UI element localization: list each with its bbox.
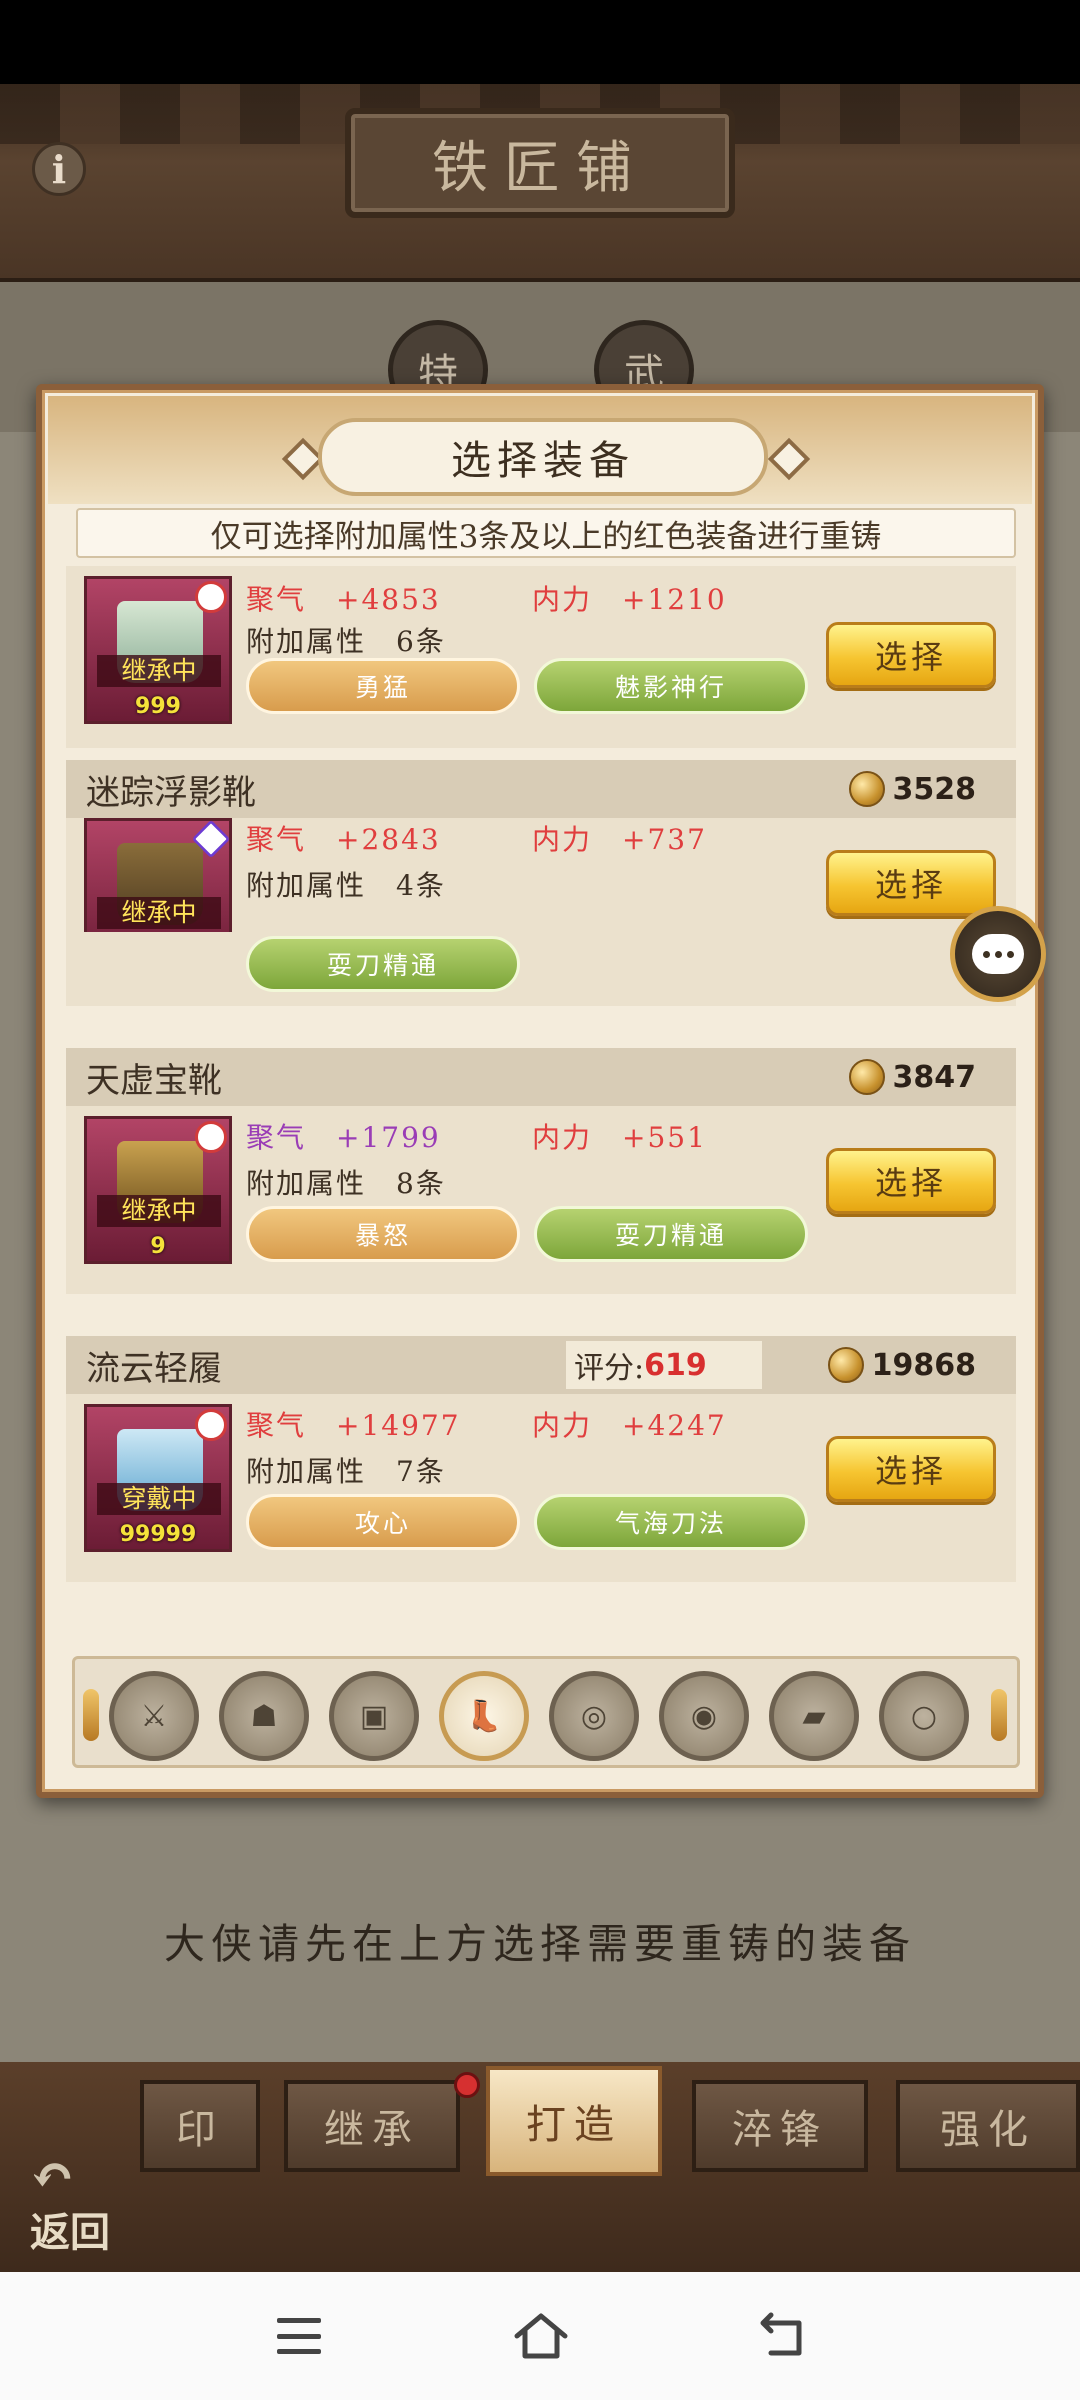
status-tag: 继承中 (97, 1195, 221, 1227)
tab-forge[interactable]: 打造 (486, 2066, 662, 2176)
notice-text: 仅可选择附加属性3条及以上的红色装备进行重铸 (210, 518, 882, 555)
category-bar-ornament-left (83, 1689, 99, 1741)
item-body: 继承中 999 聚气 +4853 内力 +1210 附加属性 6条 勇猛 魅影神… (66, 566, 1016, 748)
attribute-count: 附加属性 7条 (246, 1455, 446, 1488)
skill-tag: 魅影神行 (534, 658, 808, 714)
coin-icon (848, 771, 885, 807)
stat-primary: 聚气 +1799 (246, 1121, 441, 1154)
back-nav-icon[interactable] (746, 2306, 816, 2366)
price: 3528 (848, 771, 977, 807)
tab-seal[interactable]: 印 (140, 2080, 260, 2172)
stat-primary: 聚气 +14977 (246, 1409, 461, 1442)
score-label: 评分: (574, 1351, 645, 1386)
back-button[interactable]: ↶ 返回 (30, 2143, 150, 2256)
quality-badge-icon (195, 581, 227, 613)
notification-dot (454, 2072, 480, 2098)
score-box: 评分: 619 (566, 1341, 762, 1389)
modal-title-box: 选择装备 (318, 418, 768, 496)
ring-icon[interactable]: ○ (879, 1671, 969, 1761)
equipment-category-bar: ⚔ ☗ ▣ 👢 ◎ ◉ ▰ ○ (72, 1656, 1020, 1768)
score-value: 619 (644, 1347, 707, 1383)
header-ornament-right (767, 437, 811, 481)
hint-text: 大侠请先在上方选择需要重铸的装备 (164, 1920, 916, 1968)
price-value: 3847 (892, 1059, 977, 1095)
select-button[interactable]: 选择 (826, 1148, 996, 1214)
item-body: 继承中 99 聚气 +2843 内力 +737 附加属性 4条 选择 (66, 818, 1016, 966)
status-bar (0, 0, 1080, 84)
enhance-level: 99999 (119, 1522, 197, 1547)
weapon-icon[interactable]: ⚔ (109, 1671, 199, 1761)
select-button[interactable]: 选择 (826, 850, 996, 916)
quality-badge-icon (195, 1121, 227, 1153)
stat-primary: 聚气 +2843 (246, 823, 441, 856)
item-name-bar: 迷踪浮影靴 3528 (66, 760, 1016, 818)
status-tag: 继承中 (97, 655, 221, 687)
item-body-lower: 耍刀精通 (66, 932, 1016, 1006)
attribute-count: 附加属性 8条 (246, 1167, 446, 1200)
status-tag: 穿戴中 (97, 1483, 221, 1515)
stat-primary: 聚气 +4853 (246, 583, 441, 616)
skill-tag: 暴怒 (246, 1206, 520, 1262)
coin-icon (848, 1059, 885, 1095)
attribute-count: 附加属性 4条 (246, 869, 446, 902)
boots-icon[interactable]: 👢 (439, 1671, 529, 1761)
chat-bubble-icon[interactable] (950, 906, 1046, 1002)
skill-tag: 耍刀精通 (534, 1206, 808, 1262)
price-value: 3528 (892, 771, 977, 807)
stat-secondary: 内力 +737 (532, 823, 707, 856)
select-button[interactable]: 选择 (826, 622, 996, 688)
item-body: 穿戴中 99999 聚气 +14977 内力 +4247 附加属性 7条 攻心 … (66, 1394, 1016, 1582)
price: 3847 (848, 1059, 977, 1095)
menu-icon[interactable] (264, 2306, 334, 2366)
shop-sign: 铁匠铺 (345, 108, 735, 218)
tab-enhance[interactable]: 强化 (896, 2080, 1080, 2172)
skill-tag: 气海刀法 (534, 1494, 808, 1550)
info-icon[interactable]: i (32, 142, 86, 196)
cape-icon[interactable]: ◉ (659, 1671, 749, 1761)
price-value: 19868 (871, 1347, 976, 1383)
home-icon[interactable] (506, 2306, 576, 2366)
item-name-bar: 天虚宝靴 3847 (66, 1048, 1016, 1106)
quality-badge-icon (195, 1409, 227, 1441)
tab-inherit[interactable]: 继承 (284, 2080, 460, 2172)
enhance-level: 999 (135, 694, 181, 719)
bracer-icon[interactable]: ▰ (769, 1671, 859, 1761)
attribute-count: 附加属性 6条 (246, 625, 446, 658)
item-name-bar: 流云轻履 评分: 619 19868 (66, 1336, 1016, 1394)
system-nav-bar (0, 2272, 1080, 2400)
item-thumbnail[interactable]: 穿戴中 99999 (84, 1404, 232, 1552)
notice-banner: 仅可选择附加属性3条及以上的红色装备进行重铸 (76, 508, 1016, 558)
armor-icon[interactable]: ▣ (329, 1671, 419, 1761)
select-equipment-modal: 选择装备 仅可选择附加属性3条及以上的红色装备进行重铸 继承中 999 聚气 +… (36, 384, 1044, 1798)
item-thumbnail[interactable]: 继承中 999 (84, 576, 232, 724)
price: 19868 (827, 1347, 976, 1383)
select-button[interactable]: 选择 (826, 1436, 996, 1502)
item-thumbnail[interactable]: 继承中 9 (84, 1116, 232, 1264)
coin-icon (827, 1347, 864, 1383)
belt-icon[interactable]: ◎ (549, 1671, 639, 1761)
modal-header: 选择装备 (48, 396, 1032, 504)
status-tag: 继承中 (97, 897, 221, 929)
back-label: 返回 (30, 2209, 110, 2256)
skill-tag: 攻心 (246, 1494, 520, 1550)
back-arrow-icon: ↶ (30, 2143, 76, 2207)
stat-secondary: 内力 +1210 (532, 583, 727, 616)
item-name: 迷踪浮影靴 (86, 772, 256, 813)
enhance-level: 9 (150, 1234, 166, 1259)
stat-secondary: 内力 +551 (532, 1121, 707, 1154)
equipment-list[interactable]: 继承中 999 聚气 +4853 内力 +1210 附加属性 6条 勇猛 魅影神… (66, 566, 1016, 1656)
item-name: 流云轻履 (86, 1348, 222, 1389)
skill-tag: 勇猛 (246, 658, 520, 714)
helmet-icon[interactable]: ☗ (219, 1671, 309, 1761)
item-body: 继承中 9 聚气 +1799 内力 +551 附加属性 8条 暴怒 耍刀精通 选… (66, 1106, 1016, 1294)
category-bar-ornament-right (991, 1689, 1007, 1741)
stat-secondary: 内力 +4247 (532, 1409, 727, 1442)
skill-tag: 耍刀精通 (246, 936, 520, 992)
tab-temper[interactable]: 淬锋 (692, 2080, 868, 2172)
item-name: 天虚宝靴 (86, 1060, 222, 1101)
shop-title: 铁匠铺 (432, 135, 648, 201)
modal-title: 选择装备 (451, 438, 635, 484)
